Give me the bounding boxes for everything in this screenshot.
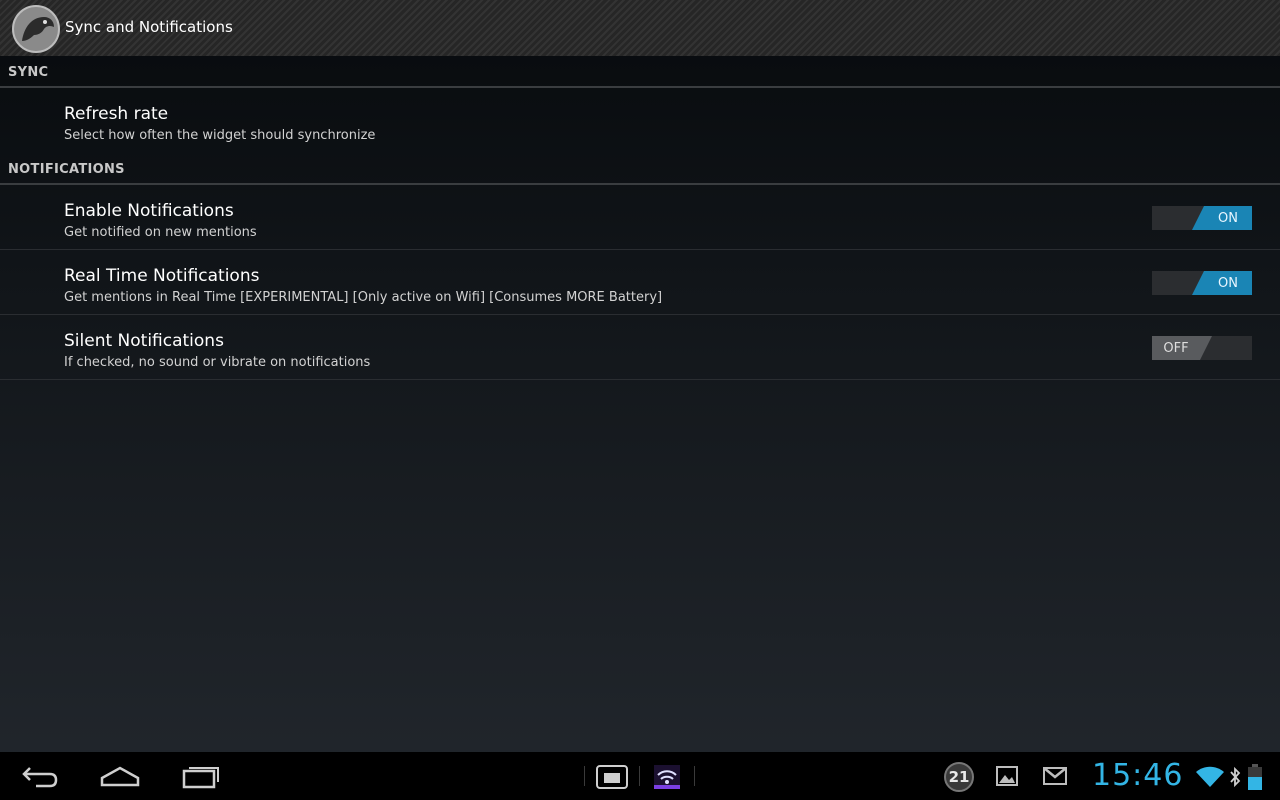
divider xyxy=(694,766,695,786)
real-time-notifications-toggle[interactable]: ON xyxy=(1152,271,1252,295)
home-icon[interactable] xyxy=(96,762,144,790)
pref-enable-notifications[interactable]: Enable Notifications Get notified on new… xyxy=(0,185,1280,250)
silent-notifications-toggle[interactable]: OFF xyxy=(1152,336,1252,360)
system-bar: 21 15:46 xyxy=(0,752,1280,800)
divider xyxy=(584,766,585,786)
action-bar: Sync and Notifications xyxy=(0,0,1280,56)
gallery-icon[interactable] xyxy=(996,766,1018,790)
wifi-hotspot-icon[interactable] xyxy=(654,765,680,793)
wifi-signal-icon xyxy=(1196,766,1224,792)
pref-refresh-rate[interactable]: Refresh rate Select how often the widget… xyxy=(0,88,1280,153)
pref-summary: Get notified on new mentions xyxy=(64,225,257,240)
pref-real-time-notifications[interactable]: Real Time Notifications Get mentions in … xyxy=(0,250,1280,315)
page-title: Sync and Notifications xyxy=(65,18,233,36)
pref-summary: Select how often the widget should synch… xyxy=(64,128,376,143)
pref-summary: If checked, no sound or vibrate on notif… xyxy=(64,355,371,370)
pref-summary: Get mentions in Real Time [EXPERIMENTAL]… xyxy=(64,290,663,305)
toggle-thumb: OFF xyxy=(1152,336,1212,360)
gmail-icon[interactable] xyxy=(1043,767,1067,789)
pref-silent-notifications[interactable]: Silent Notifications If checked, no soun… xyxy=(0,315,1280,380)
pref-title: Real Time Notifications xyxy=(64,266,260,286)
screenshot-icon[interactable] xyxy=(596,764,628,794)
divider xyxy=(639,766,640,786)
pref-title: Refresh rate xyxy=(64,104,169,124)
pref-title: Enable Notifications xyxy=(64,201,234,221)
battery-icon xyxy=(1248,764,1262,794)
bluetooth-icon xyxy=(1229,766,1241,792)
toggle-thumb: ON xyxy=(1192,206,1252,230)
preferences-list: SYNC Refresh rate Select how often the w… xyxy=(0,56,1280,380)
recent-apps-icon[interactable] xyxy=(176,762,224,790)
back-icon[interactable] xyxy=(16,762,64,790)
pref-title: Silent Notifications xyxy=(64,331,224,351)
enable-notifications-toggle[interactable]: ON xyxy=(1152,206,1252,230)
section-header-sync: SYNC xyxy=(0,56,1280,88)
notification-count-badge[interactable]: 21 xyxy=(944,762,974,792)
parrot-logo-icon[interactable] xyxy=(12,5,60,53)
section-header-notifications: NOTIFICATIONS xyxy=(0,153,1280,185)
clock[interactable]: 15:46 xyxy=(1092,758,1183,793)
toggle-thumb: ON xyxy=(1192,271,1252,295)
